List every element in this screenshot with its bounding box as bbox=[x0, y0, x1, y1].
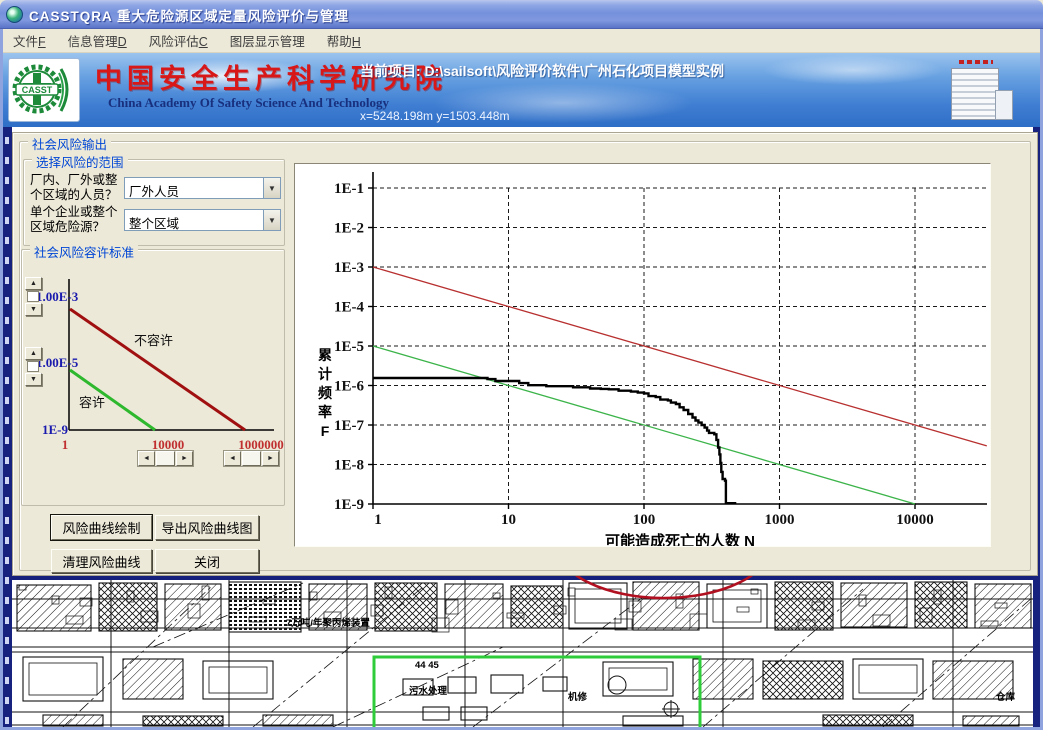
line-label-unacceptable: 不容许 bbox=[134, 333, 173, 348]
group-criteria: 社会风险容许标准 不容许容许1.00E-31.00E-51E-911000010… bbox=[21, 249, 285, 506]
criteria-line-0 bbox=[70, 309, 245, 430]
y-axis-title-char: 计 bbox=[318, 366, 332, 382]
y-tick-label: 1E-8 bbox=[334, 458, 364, 474]
x-tick-label: 100 bbox=[633, 512, 656, 528]
upper-criteria-value-box[interactable] bbox=[27, 291, 39, 302]
group-title: 社会风险输出 bbox=[28, 134, 111, 153]
brand-subtitle: China Academy Of Safety Science And Tech… bbox=[108, 95, 389, 111]
window-title: CASSTQRA 重大危险源区域定量风险评价与管理 bbox=[29, 5, 349, 25]
header-banner: CASST 中国安全生产科学研究院 China Academy Of Safet… bbox=[3, 53, 1040, 127]
y-tick-label: 1E-9 bbox=[42, 422, 69, 437]
criteria-n1-scrollbar[interactable]: ◄ ► bbox=[137, 450, 194, 467]
workspace: 7万吨/年聚丙烯装置 44 45 污水处理机修 仓库 社会风险输出 选择风险的范围 厂… bbox=[3, 127, 1040, 727]
line-label-acceptable: 容许 bbox=[79, 395, 105, 410]
y-tick-label: 1E-3 bbox=[334, 260, 364, 276]
casst-emblem: CASST bbox=[9, 59, 79, 121]
series-fn-curve bbox=[373, 378, 735, 504]
menu-bar: 文件F 信息管理D 风险评估C 图层显示管理 帮助H bbox=[3, 29, 1040, 53]
title-bar: CASSTQRA 重大危险源区域定量风险评价与管理 bbox=[0, 0, 1043, 29]
x-tick-label: 1 bbox=[374, 512, 382, 528]
y-tick-label: 1E-5 bbox=[334, 339, 364, 355]
scroll-right-icon[interactable]: ► bbox=[176, 451, 193, 466]
map-label: 仓库 bbox=[995, 691, 1016, 703]
y-axis-title-char: 率 bbox=[318, 404, 332, 420]
svg-text:CASST: CASST bbox=[22, 85, 53, 95]
group-title: 选择风险的范围 bbox=[32, 152, 128, 171]
y-tick-label: 1.00E-3 bbox=[36, 289, 79, 304]
group-risk-scope: 选择风险的范围 厂内、厂外或整个区域的人员？ 厂外人员 ▼ 单个企业或整个区域危… bbox=[23, 159, 285, 246]
lower-criteria-up-button[interactable]: ▲ bbox=[25, 347, 42, 360]
export-risk-curve-button[interactable]: 导出风险曲线图 bbox=[155, 515, 259, 540]
combo-selected-value: 整个区域 bbox=[125, 210, 263, 230]
x-tick-label: 1 bbox=[62, 437, 69, 452]
app-window: CASSTQRA 重大危险源区域定量风险评价与管理 文件F 信息管理D 风险评估… bbox=[0, 0, 1043, 730]
combo-selected-value: 厂外人员 bbox=[125, 178, 263, 198]
scroll-right-icon[interactable]: ► bbox=[262, 451, 279, 466]
clear-risk-curve-button[interactable]: 清理风险曲线 bbox=[51, 549, 152, 573]
app-icon bbox=[6, 6, 23, 23]
x-tick-label: 10 bbox=[501, 512, 516, 528]
chevron-down-icon[interactable]: ▼ bbox=[263, 178, 280, 198]
y-tick-label: 1E-7 bbox=[334, 418, 365, 434]
lower-criteria-down-button[interactable]: ▼ bbox=[25, 373, 42, 386]
fn-chart: 1E-1 1E-2 1E-3 1E-4 1E-5 1E-6 1E-7 1E-8 1E-9 1 10 1… bbox=[295, 164, 990, 546]
building-wing bbox=[995, 90, 1013, 120]
menu-item-file[interactable]: 文件F bbox=[13, 31, 46, 50]
scroll-left-icon[interactable]: ◄ bbox=[138, 451, 155, 466]
current-project-label: 当前项目: D:\sailsoft\风险评价软件\广州石化项目模型实例 bbox=[360, 61, 724, 81]
y-tick-label: 1E-9 bbox=[334, 497, 364, 513]
y-tick-label: 1E-6 bbox=[334, 379, 365, 395]
x-axis-title: 可能造成死亡的人数 N bbox=[605, 532, 755, 546]
x-tick-label: 1000 bbox=[765, 512, 795, 528]
y-tick-label: 1E-4 bbox=[334, 300, 365, 316]
y-axis-title-char: F bbox=[321, 423, 330, 439]
y-tick-label: 1E-1 bbox=[334, 181, 364, 197]
map-label: 污水处理 bbox=[409, 685, 448, 697]
fn-chart-panel: 1E-1 1E-2 1E-3 1E-4 1E-5 1E-6 1E-7 1E-8 1E-9 1 10 1… bbox=[294, 163, 991, 547]
menu-item-risk-assessment[interactable]: 风险评估C bbox=[149, 31, 208, 50]
upper-criteria-up-button[interactable]: ▲ bbox=[25, 277, 42, 290]
scroll-thumb[interactable] bbox=[156, 451, 175, 466]
y-tick-label: 1E-2 bbox=[334, 221, 364, 237]
cursor-coordinates: x=5248.198m y=1503.448m bbox=[360, 109, 509, 123]
series-lower-criteria bbox=[373, 346, 915, 504]
map-label: 机修 bbox=[568, 691, 588, 703]
casst-logo: CASST bbox=[8, 58, 80, 122]
upper-criteria-down-button[interactable]: ▼ bbox=[25, 303, 42, 316]
y-axis-title-char: 累 bbox=[318, 347, 332, 363]
combo-source-scope[interactable]: 整个区域 ▼ bbox=[124, 209, 281, 231]
map-label: 44 45 bbox=[415, 660, 439, 671]
combo-personnel-scope[interactable]: 厂外人员 ▼ bbox=[124, 177, 281, 199]
y-tick-label: 1.00E-5 bbox=[36, 355, 79, 370]
x-tick-label: 10000 bbox=[896, 512, 934, 528]
menu-item-layer-display[interactable]: 图层显示管理 bbox=[230, 31, 305, 50]
criteria-n2-scrollbar[interactable]: ◄ ► bbox=[223, 450, 280, 467]
social-risk-dialog: 社会风险输出 选择风险的范围 厂内、厂外或整个区域的人员？ 厂外人员 ▼ 单个企… bbox=[12, 132, 1038, 576]
scroll-thumb[interactable] bbox=[242, 451, 261, 466]
building-tower bbox=[951, 68, 999, 120]
personnel-scope-label: 厂内、厂外或整个区域的人员？ bbox=[30, 173, 126, 203]
series-upper-criteria bbox=[373, 267, 987, 446]
close-button[interactable]: 关闭 bbox=[155, 549, 259, 573]
menu-item-info-management[interactable]: 信息管理D bbox=[68, 31, 127, 50]
source-scope-label: 单个企业或整个区域危险源？ bbox=[30, 205, 126, 235]
building-photo bbox=[933, 56, 1019, 124]
lower-criteria-value-box[interactable] bbox=[27, 361, 39, 372]
menu-item-help[interactable]: 帮助H bbox=[327, 31, 361, 50]
scroll-left-icon[interactable]: ◄ bbox=[224, 451, 241, 466]
y-axis-title-char: 频 bbox=[318, 385, 332, 401]
window-border-left bbox=[0, 29, 3, 730]
cloud-decor bbox=[763, 55, 943, 85]
draw-risk-curve-button[interactable]: 风险曲线绘制 bbox=[51, 515, 152, 540]
map-label: 7万吨/年聚丙烯装置 bbox=[286, 617, 370, 629]
building-sign bbox=[959, 60, 993, 64]
chevron-down-icon[interactable]: ▼ bbox=[263, 210, 280, 230]
